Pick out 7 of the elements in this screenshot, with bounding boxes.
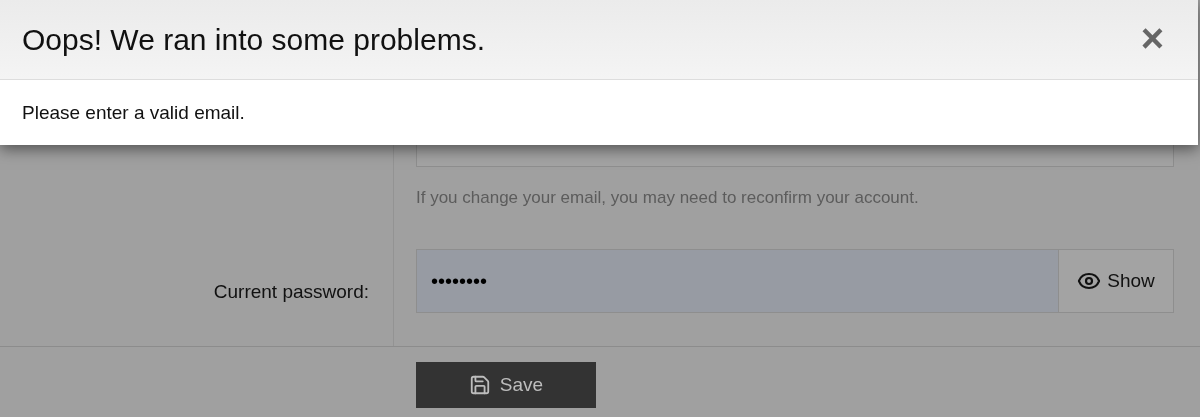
error-message: Please enter a valid email. (22, 102, 245, 124)
dialog-title: Oops! We ran into some problems. (22, 22, 485, 57)
field-label: Current password: (212, 280, 370, 304)
save-icon (468, 374, 491, 396)
help-text: If you change your email, you may need to reconfirm your account. (416, 188, 920, 208)
close-button[interactable]: × (1140, 17, 1176, 62)
save-button[interactable]: Save (416, 362, 596, 408)
